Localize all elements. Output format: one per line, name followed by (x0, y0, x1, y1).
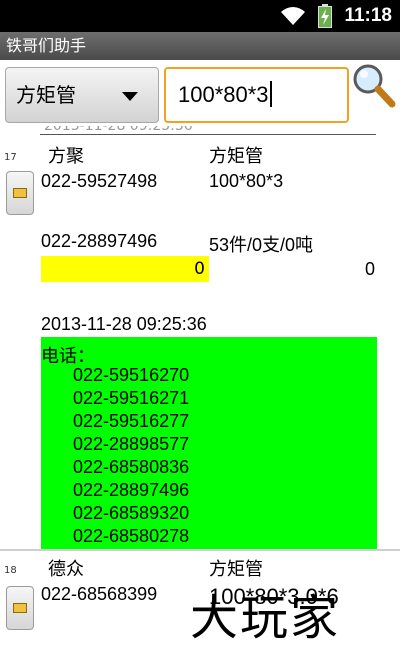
app-title: 铁哥们助手 (6, 36, 87, 55)
quantity-bar-value: 0 (194, 259, 205, 279)
spec-search-value: 100*80*3 (178, 82, 269, 107)
product-type-value: 方矩管 (16, 83, 76, 107)
app-title-bar: 铁哥们助手 (0, 32, 400, 60)
phone-list-panel: 电话： 022-59516270 022-59516271 022-595162… (41, 337, 377, 551)
text-cursor (269, 81, 272, 107)
search-icon[interactable] (350, 62, 396, 108)
phone-primary: 022-68568399 (41, 584, 158, 604)
product-type-dropdown[interactable]: 方矩管 (5, 67, 159, 123)
stock-quantity: 53件/0支/0吨 (209, 235, 314, 255)
record-timestamp: 2013-11-28 09:25:36 (41, 314, 207, 334)
phone-number[interactable]: 022-28897496 (73, 480, 189, 501)
battery-charging-icon (318, 4, 332, 28)
wifi-icon (281, 7, 305, 25)
watermark-logo: 大玩家 (190, 590, 341, 646)
phone-number[interactable]: 022-68580278 (73, 526, 189, 547)
phone-number[interactable]: 022-68589320 (73, 503, 189, 524)
company-name: 德众 (48, 559, 84, 579)
phone-number[interactable]: 022-59516271 (73, 388, 189, 409)
product-name: 方矩管 (209, 146, 263, 166)
record-index: 17 (4, 152, 17, 163)
phone-number[interactable]: 022-59516277 (73, 411, 189, 432)
phone-primary: 022-59527498 (41, 171, 158, 191)
phone-number[interactable]: 022-68580836 (73, 457, 189, 478)
quantity-side-value: 0 (365, 259, 376, 279)
phone-number[interactable]: 022-28898577 (73, 434, 189, 455)
clock: 11:18 (344, 5, 392, 26)
company-name: 方聚 (48, 146, 84, 166)
record-index: 18 (4, 565, 17, 576)
dropdown-caret-icon (122, 92, 138, 101)
quantity-bar: 0 (41, 256, 209, 282)
separator (40, 134, 376, 135)
search-row: 方矩管 100*80*3 (0, 60, 400, 130)
status-bar: 11:18 (0, 0, 400, 32)
phone-secondary: 022-28897496 (41, 231, 158, 251)
spec-value: 100*80*3 (209, 171, 284, 191)
envelope-icon (13, 188, 27, 198)
envelope-icon (13, 603, 27, 613)
spec-search-input[interactable]: 100*80*3 (164, 67, 349, 123)
phone-number[interactable]: 022-59516270 (73, 365, 189, 386)
clipped-timestamp: 2013-11-28 09:25:36 (44, 126, 193, 134)
message-button[interactable] (6, 171, 34, 215)
message-button[interactable] (6, 586, 34, 630)
